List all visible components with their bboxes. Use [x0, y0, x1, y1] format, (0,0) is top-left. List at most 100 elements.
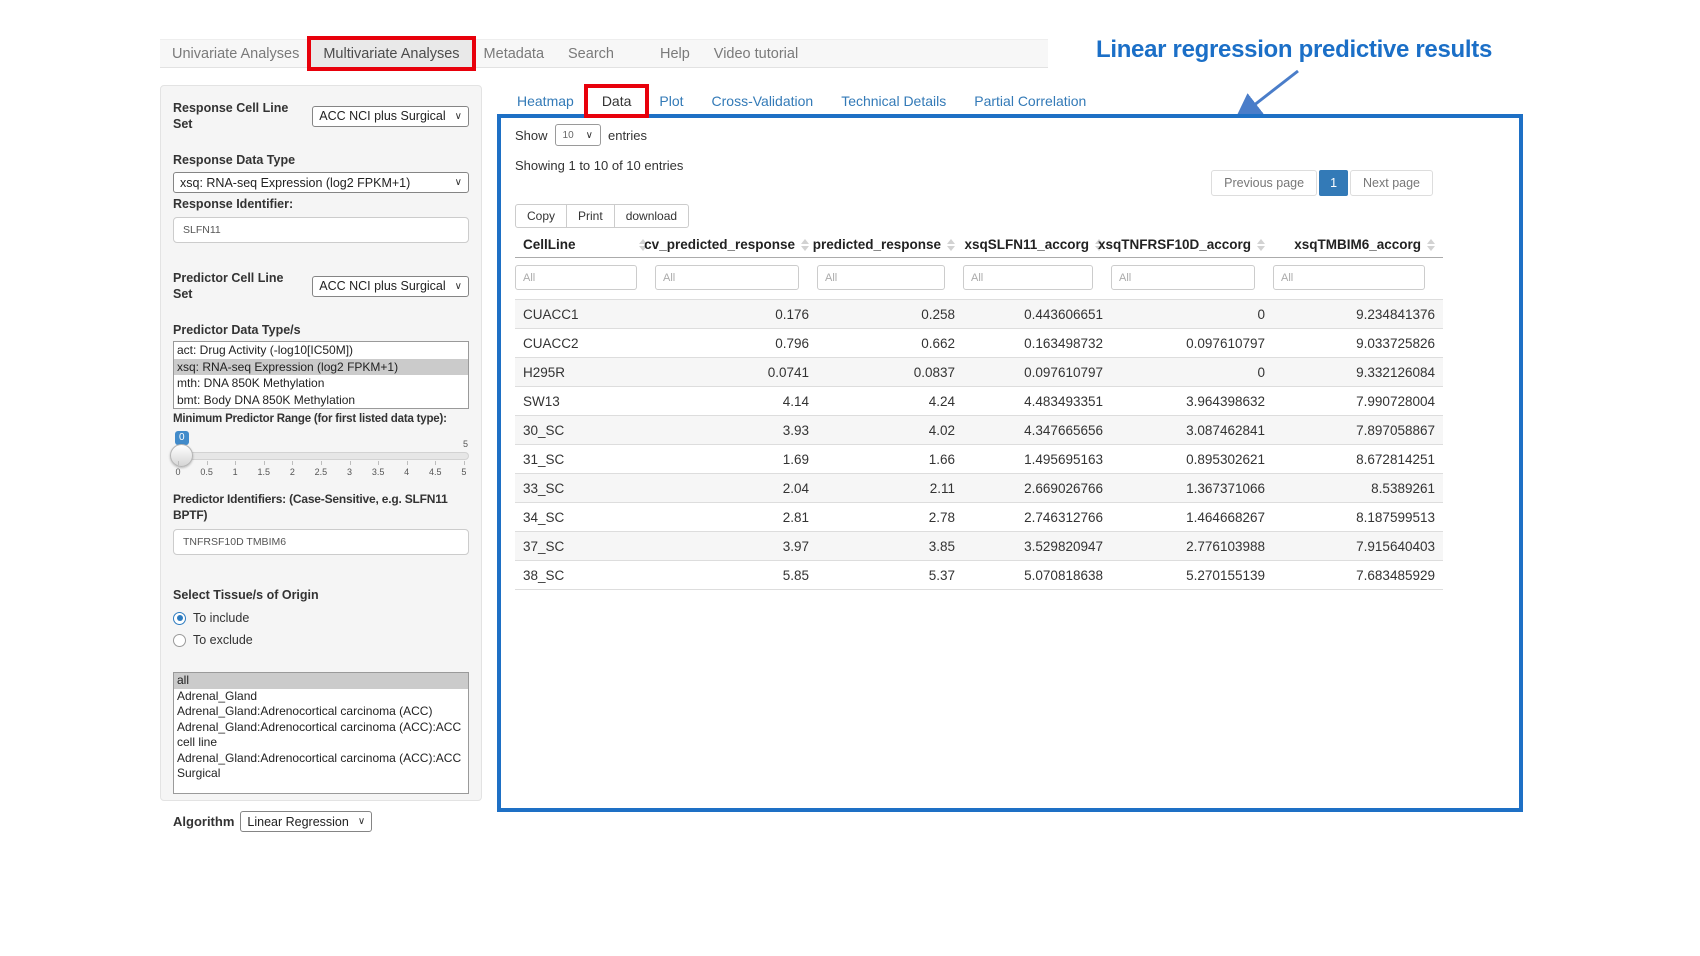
page-length-select[interactable]: 10 ∨ [555, 124, 601, 146]
column-header-xsqtmbim6-accorg[interactable]: xsqTMBIM6_accorg [1294, 237, 1421, 252]
option-xsq-rna-seq-expression-log2-fpkm-1[interactable]: xsq: RNA-seq Expression (log2 FPKM+1) [174, 359, 468, 376]
tab-plot[interactable]: Plot [645, 88, 697, 114]
tab-heatmap[interactable]: Heatmap [503, 88, 588, 114]
option-mth-dna-850k-methylation[interactable]: mth: DNA 850K Methylation [174, 375, 468, 392]
radio-to-exclude[interactable]: To exclude [173, 633, 469, 647]
radio-to-include[interactable]: To include [173, 611, 469, 625]
export-button-group: CopyPrintdownload [515, 204, 689, 228]
cell-line-value: 38_SC [515, 561, 655, 590]
column-filter-xsqslfn11-accorg[interactable] [963, 265, 1093, 290]
nav-item-metadata[interactable]: Metadata [472, 40, 556, 67]
column-header-xsqslfn11-accorg[interactable]: xsqSLFN11_accorg [964, 237, 1089, 252]
chevron-down-icon: ∨ [586, 130, 593, 141]
option-adrenal-gland-adrenocortical-carcinoma-acc[interactable]: Adrenal_Gland:Adrenocortical carcinoma (… [174, 704, 468, 720]
slider-tick: 3 [347, 467, 353, 477]
option-adrenal-gland-adrenocortical-carcinoma-acc-acc-surgical[interactable]: Adrenal_Gland:Adrenocortical carcinoma (… [174, 751, 468, 782]
nav-item-search[interactable]: Search [556, 40, 626, 67]
slider-handle[interactable] [170, 444, 193, 467]
numeric-value: 0.0741 [655, 358, 817, 387]
numeric-value: 1.464668267 [1111, 503, 1273, 532]
tab-partial-correlation[interactable]: Partial Correlation [960, 88, 1100, 114]
option-act-drug-activity-log10-ic50m[interactable]: act: Drug Activity (-log10[IC50M]) [174, 342, 468, 359]
copy-button[interactable]: Copy [515, 204, 567, 228]
numeric-value: 5.270155139 [1111, 561, 1273, 590]
numeric-value: 5.37 [817, 561, 963, 590]
tab-cross-validation[interactable]: Cross-Validation [698, 88, 828, 114]
numeric-value: 0.895302621 [1111, 445, 1273, 474]
column-filter-cellline[interactable] [515, 265, 637, 290]
response-identifier-input[interactable]: SLFN11 [173, 217, 469, 243]
numeric-value: 0.163498732 [963, 329, 1111, 358]
algorithm-row: Algorithm Linear Regression ∨ [173, 811, 469, 832]
numeric-value: 2.11 [817, 474, 963, 503]
table-row: 33_SC2.042.112.6690267661.3673710668.538… [515, 474, 1443, 503]
column-header-cv-predicted-response[interactable]: cv_predicted_response [644, 237, 795, 252]
table-row: 31_SC1.691.661.4956951630.8953026218.672… [515, 445, 1443, 474]
input-value: SLFN11 [183, 224, 221, 236]
slider-tick: 1.5 [258, 467, 271, 477]
slider-max-label: 5 [463, 439, 468, 449]
predictor-cell-line-set-select[interactable]: ACC NCI plus Surgical ∨ [312, 276, 469, 297]
option-all[interactable]: all [174, 673, 468, 689]
input-value: TNFRSF10D TMBIM6 [183, 536, 286, 548]
cell-line-value: CUACC2 [515, 329, 655, 358]
option-bmt-body-dna-850k-methylation[interactable]: bmt: Body DNA 850K Methylation [174, 392, 468, 409]
print-button[interactable]: Print [566, 204, 615, 228]
option-adrenal-gland-adrenocortical-carcinoma-acc-acc-cell-line[interactable]: Adrenal_Gland:Adrenocortical carcinoma (… [174, 720, 468, 751]
column-header-cellline[interactable]: CellLine [523, 237, 576, 252]
response-cell-line-set-label: Response Cell Line Set [173, 100, 306, 132]
numeric-value: 3.97 [655, 532, 817, 561]
numeric-value: 0 [1111, 300, 1273, 329]
table-header-row: CellLine cv_predicted_response predicted_r… [515, 232, 1443, 258]
sort-icon[interactable] [947, 239, 955, 251]
numeric-value: 2.776103988 [1111, 532, 1273, 561]
option-adrenal-gland[interactable]: Adrenal_Gland [174, 689, 468, 705]
tab-technical-details[interactable]: Technical Details [827, 88, 960, 114]
predictor-identifiers-input[interactable]: TNFRSF10D TMBIM6 [173, 529, 469, 555]
current-page-button[interactable]: 1 [1319, 170, 1348, 196]
response-data-type-select[interactable]: xsq: RNA-seq Expression (log2 FPKM+1) ∨ [173, 172, 469, 193]
column-filter-xsqtnfrsf10d-accorg[interactable] [1111, 265, 1255, 290]
chevron-down-icon: ∨ [455, 111, 462, 122]
nav-item-univariate-analyses[interactable]: Univariate Analyses [160, 40, 311, 67]
numeric-value: 4.347665656 [963, 416, 1111, 445]
response-data-type-label: Response Data Type [173, 152, 469, 168]
nav-item-help[interactable]: Help [648, 40, 702, 67]
numeric-value: 3.087462841 [1111, 416, 1273, 445]
numeric-value: 0.176 [655, 300, 817, 329]
response-cell-line-set-select[interactable]: ACC NCI plus Surgical ∨ [312, 106, 469, 127]
download-button[interactable]: download [614, 204, 689, 228]
previous-page-button[interactable]: Previous page [1211, 170, 1317, 196]
response-identifier-label: Response Identifier: [173, 196, 469, 212]
slider-tick: 0.5 [200, 467, 213, 477]
predictor-data-types-listbox: act: Drug Activity (-log10[IC50M])xsq: R… [173, 341, 469, 409]
min-predictor-range-label: Minimum Predictor Range (for first liste… [173, 411, 469, 427]
nav-item-video-tutorial[interactable]: Video tutorial [702, 40, 810, 67]
column-filter-xsqtmbim6-accorg[interactable] [1273, 265, 1425, 290]
table-row: 38_SC5.855.375.0708186385.2701551397.683… [515, 561, 1443, 590]
table-row: 37_SC3.973.853.5298209472.7761039887.915… [515, 532, 1443, 561]
algorithm-select[interactable]: Linear Regression ∨ [240, 811, 372, 832]
predictor-cell-line-set-label: Predictor Cell Line Set [173, 270, 306, 302]
numeric-value: 0.097610797 [1111, 329, 1273, 358]
numeric-value: 1.495695163 [963, 445, 1111, 474]
column-filter-predicted-response[interactable] [817, 265, 945, 290]
numeric-value: 9.234841376 [1273, 300, 1443, 329]
nav-item-multivariate-analyses[interactable]: Multivariate Analyses [311, 40, 471, 67]
numeric-value: 0.443606651 [963, 300, 1111, 329]
entries-label: entries [608, 128, 647, 143]
column-header-predicted-response[interactable]: predicted_response [813, 237, 941, 252]
sort-icon[interactable] [801, 239, 809, 251]
chevron-down-icon: ∨ [455, 281, 462, 292]
slider-value-bubble: 0 [175, 431, 189, 445]
numeric-value: 8.5389261 [1273, 474, 1443, 503]
next-page-button[interactable]: Next page [1350, 170, 1433, 196]
sort-icon[interactable] [1427, 239, 1435, 251]
column-filter-cv-predicted-response[interactable] [655, 265, 799, 290]
slider-track[interactable] [173, 452, 469, 460]
column-header-xsqtnfrsf10d-accorg[interactable]: xsqTNFRSF10D_accorg [1098, 237, 1251, 252]
sort-icon[interactable] [1257, 239, 1265, 251]
cell-line-value: SW13 [515, 387, 655, 416]
numeric-value: 2.746312766 [963, 503, 1111, 532]
tab-data[interactable]: Data [588, 88, 646, 114]
